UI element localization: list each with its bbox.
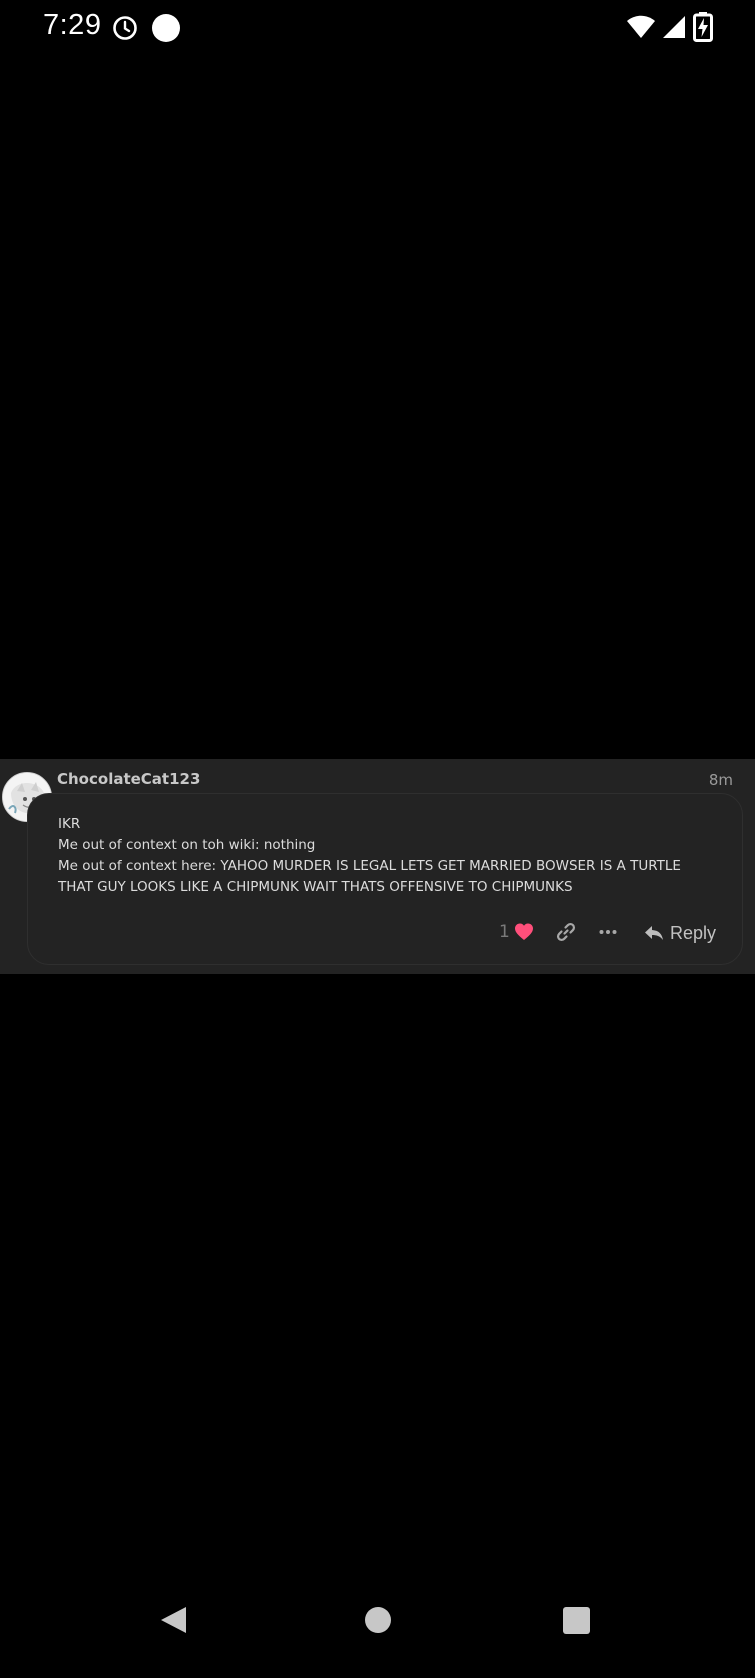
recents-icon[interactable]	[563, 1607, 590, 1634]
comment-line: Me out of context here: YAHOO MURDER IS …	[58, 858, 681, 895]
status-time: 7:29	[43, 9, 102, 41]
battery-charging-icon	[693, 12, 713, 42]
comment-line: IKR	[58, 816, 81, 832]
screen: 7:29 ChocolateCat123 8m IKR Me out of co…	[0, 0, 755, 1678]
notification-dot-icon	[152, 14, 180, 42]
reply-button[interactable]: Reply	[644, 918, 716, 948]
comment-body: IKR Me out of context on toh wiki: nothi…	[58, 814, 718, 898]
like-count: 1	[499, 922, 510, 942]
reply-icon	[645, 926, 663, 940]
more-options-icon[interactable]	[598, 922, 618, 942]
wifi-icon	[627, 15, 655, 38]
reply-label: Reply	[670, 922, 717, 943]
comment-line: Me out of context on toh wiki: nothing	[58, 837, 316, 853]
cell-signal-icon	[663, 16, 685, 38]
comment-actions: 1 Reply	[28, 918, 744, 950]
navigation-bar	[0, 1590, 755, 1678]
clock-icon	[113, 16, 137, 40]
home-icon[interactable]	[365, 1607, 391, 1633]
status-bar: 7:29	[0, 0, 755, 56]
comment-bubble: IKR Me out of context on toh wiki: nothi…	[27, 793, 743, 965]
comment-username[interactable]: ChocolateCat123	[57, 770, 200, 788]
comment-timestamp: 8m	[708, 771, 733, 789]
heart-icon[interactable]	[514, 922, 534, 942]
back-icon[interactable]	[158, 1605, 188, 1635]
comment-item: ChocolateCat123 8m IKR Me out of context…	[0, 759, 755, 974]
link-icon[interactable]	[556, 922, 576, 942]
